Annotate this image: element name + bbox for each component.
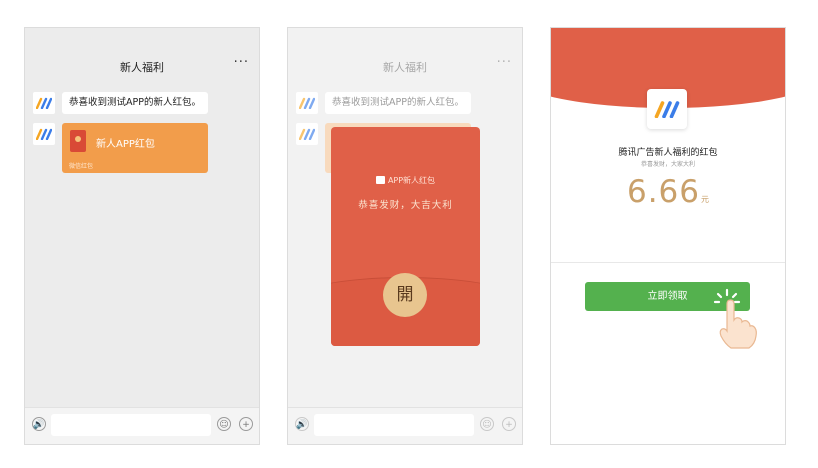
divider xyxy=(551,262,785,263)
amount-value: 6.66 xyxy=(626,174,701,210)
voice-icon[interactable]: 🔊 xyxy=(32,417,46,431)
app-logo-icon xyxy=(375,176,385,184)
red-packet-title: 新人APP红包 xyxy=(96,139,155,150)
message-row: 恭喜收到测试APP的新人红包。 xyxy=(33,92,208,114)
plus-icon[interactable]: + xyxy=(502,417,516,431)
red-packet-footer: 微信红包 xyxy=(69,163,94,170)
chat-title: 新人福利 xyxy=(120,61,164,74)
app-logo-icon xyxy=(36,97,52,109)
sender-name: 腾讯广告新人福利的红包 xyxy=(618,148,718,158)
navbar: 新人福利 ··· xyxy=(25,28,259,76)
plus-icon[interactable]: + xyxy=(239,417,253,431)
open-button[interactable]: 開 xyxy=(383,273,427,317)
input-bar: 🔊 ☺ + xyxy=(25,407,259,444)
avatar[interactable] xyxy=(33,92,55,114)
emoji-icon[interactable]: ☺ xyxy=(217,417,231,431)
sender-avatar xyxy=(647,89,687,129)
message-bubble: 恭喜收到测试APP的新人红包。 xyxy=(62,92,208,114)
app-logo-icon xyxy=(36,128,52,140)
message-input[interactable] xyxy=(314,414,474,436)
red-packet-popup: APP新人红包 恭喜发财，大吉大利 開 xyxy=(331,127,480,346)
message-input[interactable] xyxy=(51,414,211,436)
more-icon[interactable]: ··· xyxy=(234,55,249,70)
amount-unit: 元 xyxy=(701,195,710,204)
open-packet-screen: 新人福利 ··· 恭喜收到测试APP的新人红包。 APP新人红包 恭喜发财，大吉… xyxy=(287,27,523,445)
avatar[interactable] xyxy=(33,123,55,145)
red-packet-row: 新人APP红包 微信红包 xyxy=(33,123,208,173)
red-packet-card[interactable]: 新人APP红包 微信红包 xyxy=(62,123,208,173)
chat-screen: 新人福利 ··· 恭喜收到测试APP的新人红包。 新人APP红包 微信红包 🔊 … xyxy=(24,27,260,445)
red-envelope-icon xyxy=(70,130,86,152)
popup-header-text: APP新人红包 xyxy=(387,176,436,185)
app-logo-icon xyxy=(654,101,680,118)
pointer-hand-icon xyxy=(719,299,757,349)
amount: 6.66元 xyxy=(551,174,785,210)
popup-header: APP新人红包 xyxy=(331,175,480,186)
voice-icon[interactable]: 🔊 xyxy=(295,417,309,431)
blessing-text: 恭喜发财，大家大利 xyxy=(640,161,695,168)
emoji-icon[interactable]: ☺ xyxy=(480,417,494,431)
packet-detail-screen: 腾讯广告新人福利的红包 恭喜发财，大家大利 6.66元 立即领取 xyxy=(550,27,786,445)
input-bar: 🔊 ☺ + xyxy=(288,407,522,444)
popup-blessing: 恭喜发财，大吉大利 xyxy=(358,200,453,211)
